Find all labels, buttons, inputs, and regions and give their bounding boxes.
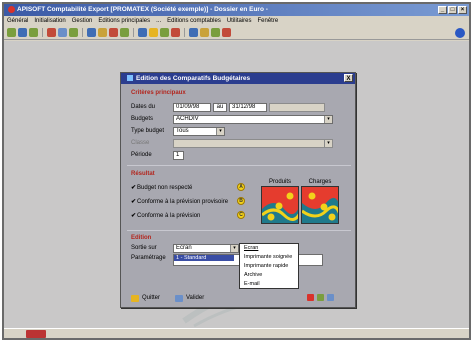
class-select: ▾	[173, 139, 333, 148]
checkbox-budget-not-respected[interactable]: ✔Budget non respecté	[131, 184, 192, 191]
budget-comparison-dialog: Edition des Comparatifs Budgétaires X Cr…	[120, 72, 356, 308]
budget-value: ACHDIV	[176, 116, 199, 122]
menu-general[interactable]: Général	[7, 16, 28, 26]
setup-selected-item[interactable]: 1 - Standard	[174, 255, 234, 261]
status-bar	[4, 328, 469, 338]
section-display: Résultat	[131, 171, 155, 177]
option-imprimante-soignee[interactable]: Imprimante soignée	[244, 253, 298, 262]
checkbox-label: Conforme à la prévision provisoire	[137, 199, 229, 205]
section-criteria: Critères principaux	[131, 90, 186, 96]
output-value: Ecran	[176, 245, 192, 251]
toolbar-export-icon[interactable]	[171, 28, 180, 37]
option-email[interactable]: E-mail	[244, 280, 298, 289]
dates-label: Dates du	[131, 104, 156, 110]
badge-a: A	[237, 183, 245, 191]
option-ecran[interactable]: Ecran	[244, 244, 298, 253]
menu-utilitaires[interactable]: Utilitaires	[227, 16, 252, 26]
quit-button[interactable]: Quitter	[131, 293, 160, 304]
validate-icon	[175, 295, 183, 302]
toolbar-print-icon[interactable]	[47, 28, 56, 37]
toolbar-new-icon[interactable]	[7, 28, 16, 37]
products-chart-icon	[261, 186, 299, 224]
toolbar-calc-icon[interactable]	[189, 28, 198, 37]
maximize-button[interactable]: □	[448, 6, 457, 14]
minimize-button[interactable]: _	[438, 6, 447, 14]
toolbar-save-icon[interactable]	[29, 28, 38, 37]
toolbar-tools-icon[interactable]	[211, 28, 220, 37]
quit-icon	[131, 295, 139, 302]
setup-label: Paramétrage	[131, 255, 166, 261]
chevron-down-icon[interactable]: ▾	[324, 116, 332, 123]
charges-chart-icon	[301, 186, 339, 224]
menu-fenetre[interactable]: Fenêtre	[258, 16, 279, 26]
dialog-titlebar: Edition des Comparatifs Budgétaires X	[121, 73, 355, 84]
settings-icon[interactable]	[327, 294, 334, 301]
dialog-close-button[interactable]: X	[344, 74, 353, 82]
heart-icon[interactable]	[307, 294, 314, 301]
period-label: Période	[131, 152, 152, 158]
badge-c: C	[237, 211, 245, 219]
option-imprimante-rapide[interactable]: Imprimante rapide	[244, 262, 298, 271]
menu-gestion[interactable]: Gestion	[72, 16, 93, 26]
toolbar-preview-icon[interactable]	[58, 28, 67, 37]
globe-icon[interactable]	[455, 28, 465, 38]
checkbox-label: Conforme à la prévision	[137, 213, 201, 219]
charges-label: Charges	[308, 179, 332, 185]
menu-bar: Général Initialisation Gestion Editions …	[4, 16, 469, 26]
toolbar-help-icon[interactable]	[222, 28, 231, 37]
date-separator: au	[213, 103, 227, 112]
products-label: Produits	[268, 179, 291, 185]
budget-type-select[interactable]: Tous ▾	[173, 127, 225, 136]
toolbar	[4, 26, 469, 40]
toolbar-journal-icon[interactable]	[120, 28, 129, 37]
close-window-button[interactable]: ×	[458, 6, 467, 14]
budget-select[interactable]: ACHDIV ▾	[173, 115, 333, 124]
toolbar-calendar-icon[interactable]	[200, 28, 209, 37]
budget-label: Budgets	[131, 116, 154, 122]
menu-more[interactable]: ...	[156, 16, 161, 26]
output-select[interactable]: Ecran ▾	[173, 244, 239, 253]
app-logo-icon	[8, 5, 15, 13]
period-input[interactable]: 1	[173, 151, 184, 160]
date-from-input[interactable]: 01/09/98	[173, 103, 211, 112]
date-to-input[interactable]: 31/12/98	[229, 103, 267, 112]
section-edition: Edition	[131, 235, 152, 241]
dialog-icon	[127, 75, 133, 82]
toolbar-ledger-icon[interactable]	[98, 28, 107, 37]
dialog-title: Edition des Comparatifs Budgétaires	[136, 75, 251, 82]
toolbar-open-icon[interactable]	[18, 28, 27, 37]
option-archive[interactable]: Archive	[244, 271, 298, 280]
menu-editions-comptables[interactable]: Editions comptables	[167, 16, 221, 26]
checkbox-forecast[interactable]: ✔Conforme à la prévision	[131, 212, 200, 219]
toolbar-balance-icon[interactable]	[109, 28, 118, 37]
document-icon[interactable]	[317, 294, 324, 301]
checkbox-provisional-forecast[interactable]: ✔Conforme à la prévision provisoire	[131, 198, 228, 205]
validate-button[interactable]: Valider	[175, 293, 204, 304]
divider	[127, 165, 351, 166]
window-title: APISOFT Comptabilité Export [PROMATEX (S…	[17, 6, 268, 13]
output-dropdown-menu: Ecran Imprimante soignée Imprimante rapi…	[239, 243, 299, 289]
output-label: Sortie sur	[131, 245, 157, 251]
chevron-down-icon[interactable]: ▾	[216, 128, 224, 135]
class-label: Classe	[131, 140, 150, 146]
menu-initialisation[interactable]: Initialisation	[34, 16, 65, 26]
checkbox-label: Budget non respecté	[137, 185, 193, 191]
chevron-down-icon[interactable]: ▾	[230, 245, 238, 252]
date-extra-field	[269, 103, 325, 112]
badge-b: B	[237, 197, 245, 205]
budget-type-value: Tous	[176, 128, 189, 134]
window-titlebar: APISOFT Comptabilité Export [PROMATEX (S…	[4, 4, 469, 16]
toolbar-chart-icon[interactable]	[160, 28, 169, 37]
chevron-down-icon: ▾	[324, 140, 332, 147]
toolbar-entries-icon[interactable]	[87, 28, 96, 37]
toolbar-accounts-icon[interactable]	[138, 28, 147, 37]
toolbar-search-icon[interactable]	[69, 28, 78, 37]
toolbar-budget-icon[interactable]	[149, 28, 158, 37]
menu-editions-principales[interactable]: Editions principales	[98, 16, 150, 26]
divider	[127, 230, 351, 231]
budget-type-label: Type budget	[131, 128, 165, 134]
status-indicator-icon	[26, 330, 46, 338]
